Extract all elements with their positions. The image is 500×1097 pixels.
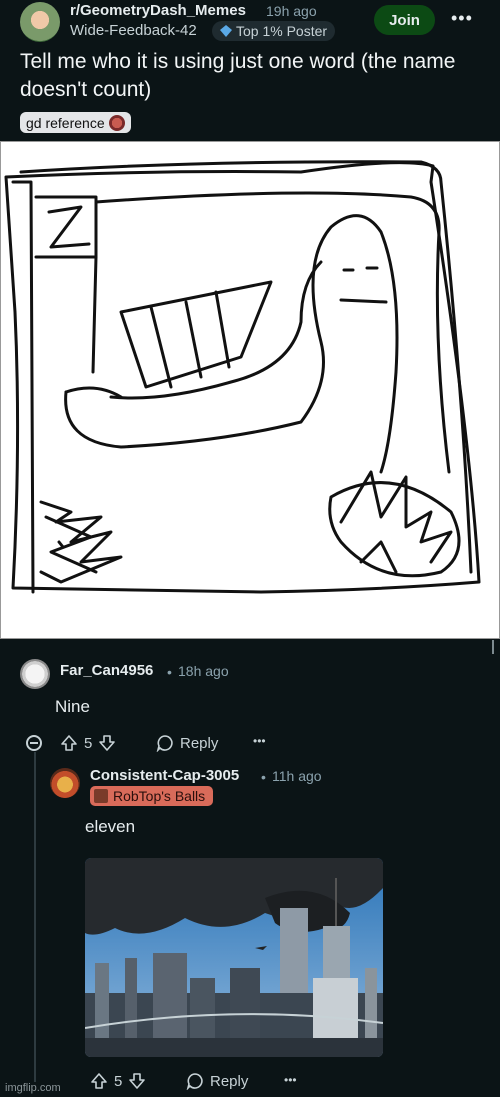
post-flair[interactable]: gd reference xyxy=(20,112,131,133)
comment-more-button[interactable]: ••• xyxy=(253,734,266,748)
downvote-icon[interactable] xyxy=(128,1072,146,1090)
vote-group: 5 xyxy=(90,1072,146,1090)
watermark: imgflip.com xyxy=(5,1082,61,1094)
reply-icon xyxy=(186,1072,204,1090)
user-flair: RobTop's Balls xyxy=(90,786,214,806)
comment-time: 18h ago xyxy=(178,663,229,679)
reply-button[interactable]: Reply xyxy=(186,1072,248,1090)
vote-count: 5 xyxy=(114,1072,123,1090)
comment-author[interactable]: Far_Can4956 xyxy=(60,662,153,679)
subreddit-avatar[interactable] xyxy=(20,2,60,42)
commenter-avatar[interactable] xyxy=(50,768,80,798)
comment-more-button[interactable]: ••• xyxy=(284,1073,297,1087)
post-time: 19h ago xyxy=(266,3,317,19)
upvote-icon[interactable] xyxy=(60,734,78,752)
flair-emoji-icon xyxy=(94,789,108,803)
flair-emoji-icon xyxy=(108,114,125,131)
comment-image[interactable] xyxy=(85,858,383,1057)
post-author[interactable]: Wide-Feedback-42 xyxy=(70,22,197,39)
author-flair: Top 1% Poster xyxy=(212,21,336,41)
commenter-avatar[interactable] xyxy=(20,659,50,689)
post-title[interactable]: Tell me who it is using just one word (t… xyxy=(20,48,470,104)
thread-branch xyxy=(34,752,36,753)
post-flair-label: gd reference xyxy=(26,114,105,131)
collapse-button[interactable] xyxy=(26,735,42,751)
reply-button[interactable]: Reply xyxy=(156,734,218,752)
user-flair-label: RobTop's Balls xyxy=(113,788,206,804)
drawing-icon xyxy=(4,160,481,594)
post-more-button[interactable]: ••• xyxy=(451,8,473,29)
comment-time: 11h ago xyxy=(272,768,322,784)
reply-label: Reply xyxy=(180,734,219,752)
downvote-icon[interactable] xyxy=(98,734,116,752)
comment-body: Nine xyxy=(55,697,90,716)
separator-dot: • xyxy=(261,769,266,785)
reply-label: Reply xyxy=(210,1072,249,1090)
vote-count: 5 xyxy=(84,734,93,752)
comment-body: eleven xyxy=(85,817,136,836)
thread-line[interactable] xyxy=(34,752,36,1082)
reply-icon xyxy=(156,734,174,752)
skyline-photo-icon xyxy=(85,858,383,1057)
join-button[interactable]: Join xyxy=(374,5,435,35)
author-flair-label: Top 1% Poster xyxy=(236,23,328,39)
diamond-icon xyxy=(220,25,232,37)
scroll-indicator[interactable] xyxy=(492,640,494,654)
upvote-icon[interactable] xyxy=(90,1072,108,1090)
subreddit-name[interactable]: r/GeometryDash_Memes xyxy=(70,2,246,19)
vote-group: 5 xyxy=(60,734,116,752)
post-image[interactable] xyxy=(0,141,500,639)
comment-author[interactable]: Consistent-Cap-3005 xyxy=(90,767,239,784)
separator-dot: • xyxy=(167,664,172,680)
